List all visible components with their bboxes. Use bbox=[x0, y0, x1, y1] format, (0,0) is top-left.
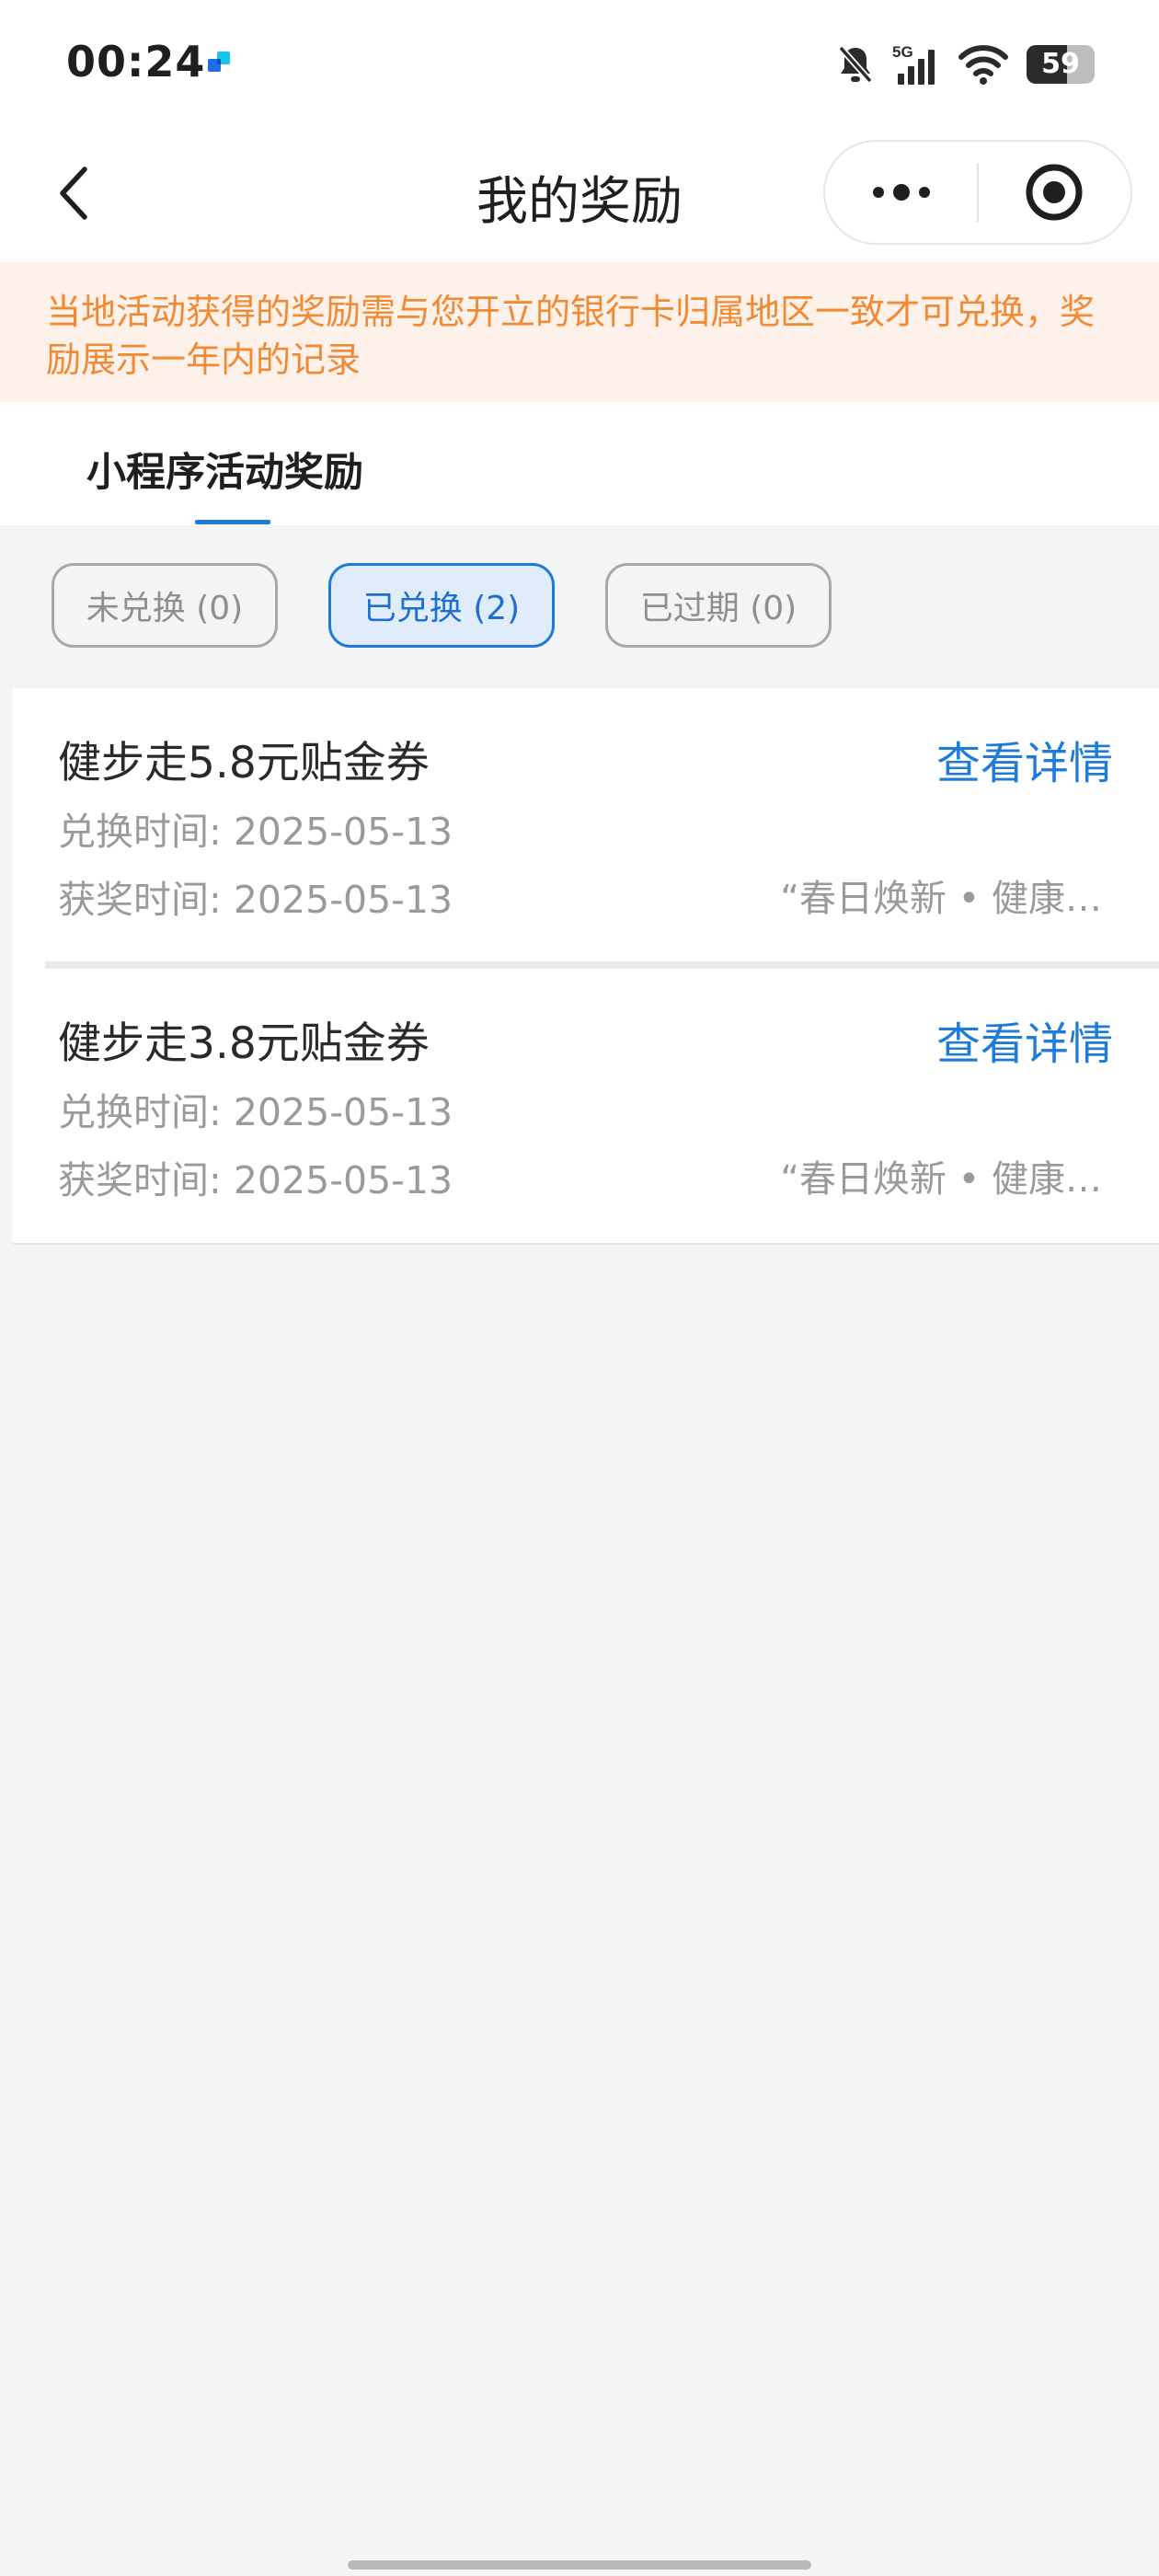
app-notification-icon bbox=[204, 48, 234, 77]
reward-title: 健步走5.8元贴金券 bbox=[58, 738, 430, 788]
status-icons: 5G 59 bbox=[837, 40, 1095, 88]
filter-redeemed[interactable]: 已兑换 (2) bbox=[328, 563, 555, 648]
more-icon bbox=[872, 184, 930, 201]
award-time: 获奖时间: 2025-05-13 bbox=[58, 878, 453, 922]
back-button[interactable] bbox=[37, 156, 110, 230]
redeem-time: 兑换时间: 2025-05-13 bbox=[58, 810, 453, 854]
signal-5g-icon: 5G bbox=[892, 43, 935, 85]
battery-icon: 59 bbox=[1027, 45, 1095, 84]
activity-name: “春日焕新 • 健康… bbox=[780, 878, 1102, 920]
tab-bar: 小程序活动奖励 bbox=[0, 402, 1159, 525]
wifi-icon bbox=[958, 45, 1008, 85]
battery-level: 59 bbox=[1041, 48, 1080, 80]
award-time: 获奖时间: 2025-05-13 bbox=[58, 1158, 453, 1202]
reward-title: 健步走3.8元贴金券 bbox=[58, 1018, 430, 1069]
close-miniprogram-button[interactable] bbox=[979, 142, 1130, 243]
nav-bar: 我的奖励 bbox=[0, 129, 1159, 262]
svg-text:5G: 5G bbox=[892, 43, 913, 61]
back-icon bbox=[60, 167, 87, 220]
redeem-time: 兑换时间: 2025-05-13 bbox=[58, 1090, 453, 1134]
activity-name: “春日焕新 • 健康… bbox=[780, 1158, 1102, 1201]
notice-text: 当地活动获得的奖励需与您开立的银行卡归属地区一致才可兑换，奖励展示一年内的记录 bbox=[46, 292, 1096, 380]
filter-expired[interactable]: 已过期 (0) bbox=[605, 563, 832, 648]
more-button[interactable] bbox=[825, 142, 977, 243]
card-divider bbox=[12, 961, 1159, 969]
view-details-link[interactable]: 查看详情 bbox=[936, 727, 1113, 791]
status-time: 00:24 bbox=[66, 37, 206, 86]
home-indicator[interactable] bbox=[348, 2560, 811, 2570]
tab-active-indicator bbox=[195, 520, 270, 524]
tab-miniprogram-rewards[interactable]: 小程序活动奖励 bbox=[86, 441, 363, 498]
close-target-icon bbox=[1026, 164, 1083, 221]
status-bar: 00:24 5G 59 bbox=[0, 0, 1159, 129]
reward-card: 健步走3.8元贴金券 查看详情 兑换时间: 2025-05-13 获奖时间: 2… bbox=[12, 969, 1159, 1245]
notice-banner: 当地活动获得的奖励需与您开立的银行卡归属地区一致才可兑换，奖励展示一年内的记录 bbox=[0, 262, 1159, 402]
filter-unredeemed[interactable]: 未兑换 (0) bbox=[52, 563, 278, 648]
view-details-link[interactable]: 查看详情 bbox=[936, 1007, 1113, 1072]
rewards-page: 00:24 5G 59 我的奖励 当地活动获得的奖励需与您开立的银行卡归属地区一… bbox=[0, 0, 1159, 2576]
reward-card: 健步走5.8元贴金券 查看详情 兑换时间: 2025-05-13 获奖时间: 2… bbox=[12, 688, 1159, 964]
bell-muted-icon bbox=[838, 45, 873, 84]
miniprogram-capsule bbox=[823, 140, 1132, 245]
